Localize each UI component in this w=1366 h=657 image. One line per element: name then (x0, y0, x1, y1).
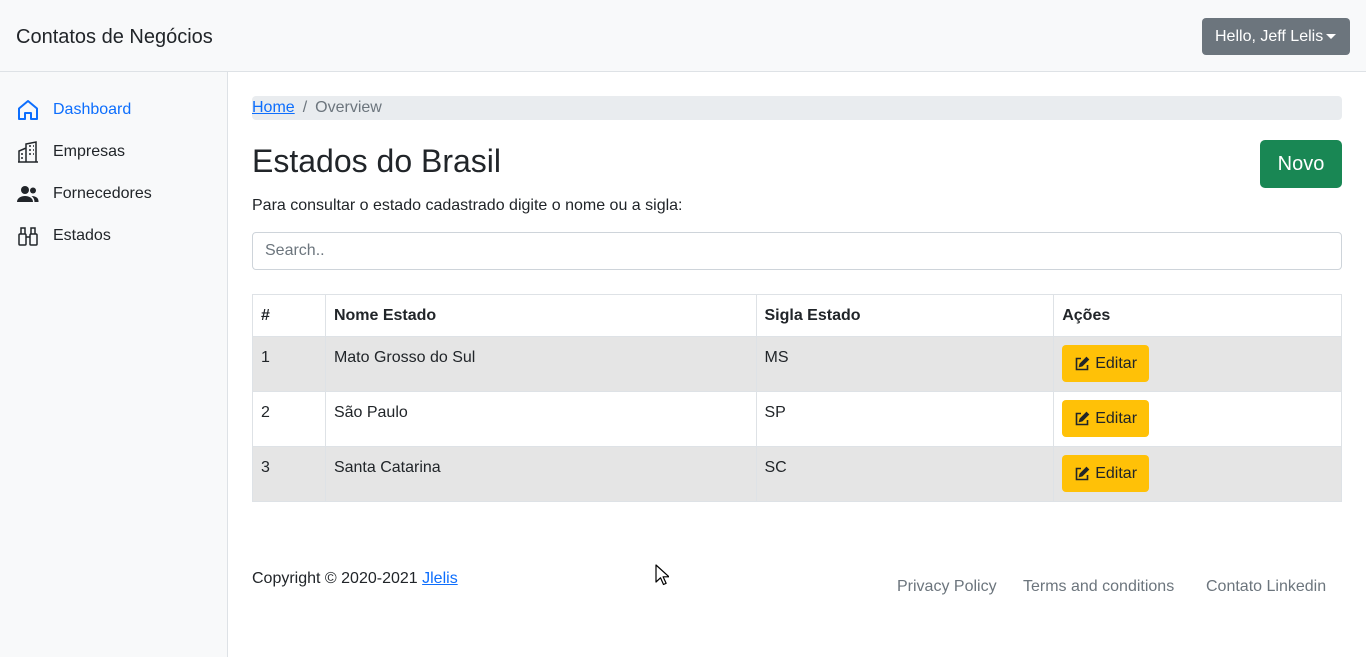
cell-acoes: Editar (1053, 446, 1342, 502)
sidebar-item-label: Dashboard (53, 101, 132, 118)
edit-button[interactable]: Editar (1062, 455, 1150, 492)
pencil-square-icon (1075, 411, 1090, 425)
cell-id: 1 (252, 336, 326, 392)
footer-link-terms[interactable]: Terms and conditions (1023, 577, 1174, 597)
footer-link-privacy[interactable]: Privacy Policy (897, 577, 997, 597)
cell-acoes: Editar (1053, 336, 1342, 392)
copyright-link[interactable]: Jlelis (422, 570, 458, 587)
mouse-cursor-icon (655, 564, 669, 586)
cell-sigla: SC (755, 446, 1055, 502)
breadcrumb-home-link[interactable]: Home (252, 99, 295, 116)
page-title: Estados do Brasil (252, 143, 502, 179)
top-navbar: Contatos de Negócios Hello, Jeff Lelis (0, 0, 1366, 72)
cell-nome: São Paulo (324, 391, 757, 447)
cell-acoes: Editar (1053, 391, 1342, 447)
sidebar: Dashboard Empresas Fornecedores Estados (0, 72, 228, 657)
sidebar-item-empresas[interactable]: Empresas (16, 139, 125, 165)
cell-sigla: MS (755, 336, 1055, 392)
footer-copyright: Copyright © 2020-2021 Jlelis (252, 569, 458, 589)
table-row: 1 Mato Grosso do Sul MS Editar (252, 336, 1342, 392)
user-menu-label: Hello, Jeff Lelis (1215, 28, 1324, 45)
copyright-text: Copyright © 2020-2021 (252, 570, 418, 587)
pencil-square-icon (1075, 356, 1090, 370)
people-icon (16, 182, 40, 206)
user-menu-button[interactable]: Hello, Jeff Lelis (1202, 18, 1350, 55)
pencil-square-icon (1075, 466, 1090, 480)
edit-button-label: Editar (1095, 409, 1138, 427)
sidebar-item-label: Fornecedores (53, 185, 152, 202)
breadcrumb: Home / Overview (252, 96, 1342, 120)
edit-button[interactable]: Editar (1062, 400, 1150, 437)
building-icon (16, 140, 40, 164)
column-header-sigla: Sigla Estado (755, 294, 1055, 337)
caret-down-icon (1326, 34, 1336, 39)
new-button[interactable]: Novo (1260, 140, 1342, 188)
cell-id: 3 (252, 446, 326, 502)
search-instructions: Para consultar o estado cadastrado digit… (252, 197, 683, 214)
cell-nome: Santa Catarina (324, 446, 757, 502)
table-row: 2 São Paulo SP Editar (252, 391, 1342, 447)
footer-link-linkedin[interactable]: Contato Linkedin (1206, 577, 1326, 597)
column-header-id: # (252, 294, 326, 337)
table-header-row: # Nome Estado Sigla Estado Ações (252, 294, 1342, 337)
states-table: # Nome Estado Sigla Estado Ações 1 Mato … (252, 294, 1342, 502)
binoculars-icon (16, 224, 40, 248)
sidebar-item-dashboard[interactable]: Dashboard (16, 97, 131, 123)
cell-sigla: SP (755, 391, 1055, 447)
brand-title[interactable]: Contatos de Negócios (16, 24, 213, 50)
breadcrumb-current: Overview (315, 99, 382, 116)
home-icon (16, 98, 40, 122)
cell-id: 2 (252, 391, 326, 447)
column-header-nome: Nome Estado (324, 294, 757, 337)
edit-button-label: Editar (1095, 354, 1138, 372)
column-header-acoes: Ações (1053, 294, 1342, 337)
table-row: 3 Santa Catarina SC Editar (252, 446, 1342, 502)
sidebar-item-label: Empresas (53, 143, 126, 160)
breadcrumb-separator: / (302, 99, 308, 116)
sidebar-item-estados[interactable]: Estados (16, 223, 111, 249)
cell-nome: Mato Grosso do Sul (324, 336, 757, 392)
edit-button-label: Editar (1095, 464, 1138, 482)
edit-button[interactable]: Editar (1062, 345, 1150, 382)
search-input[interactable] (252, 232, 1342, 270)
sidebar-item-label: Estados (53, 227, 111, 244)
sidebar-item-fornecedores[interactable]: Fornecedores (16, 181, 152, 207)
